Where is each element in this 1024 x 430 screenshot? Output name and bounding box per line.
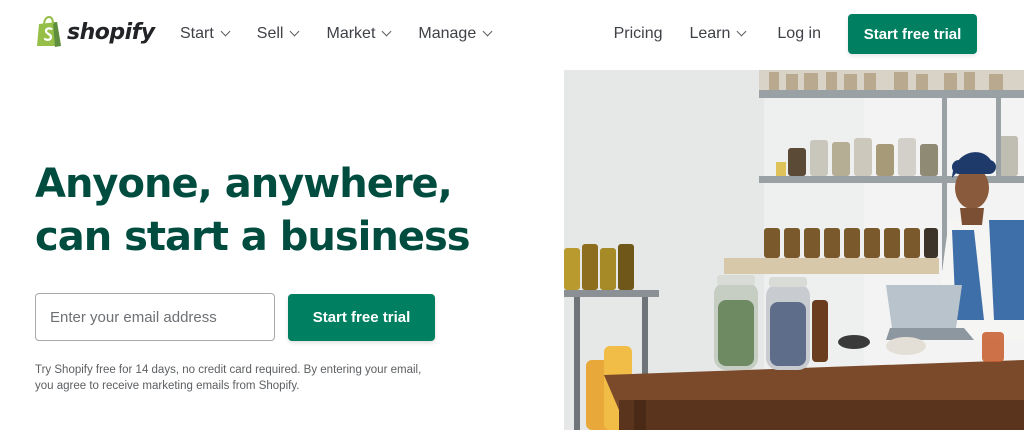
primary-menu: Start Sell Market Manage xyxy=(180,0,519,68)
chevron-down-icon xyxy=(220,26,231,37)
shopify-logo[interactable]: shopify xyxy=(35,16,155,48)
headline-line-1: Anyone, anywhere, xyxy=(35,161,453,207)
logo-wordmark: shopify xyxy=(67,19,155,45)
hero-headline: Anyone, anywhere, can start a business xyxy=(35,158,515,264)
trial-disclaimer: Try Shopify free for 14 days, no credit … xyxy=(35,364,422,392)
secondary-menu: Pricing Learn Log in Start free trial xyxy=(614,0,1024,68)
chevron-down-icon xyxy=(482,26,493,37)
nav-item-label: Manage xyxy=(418,25,477,42)
nav-item-label: Sell xyxy=(256,25,284,42)
hero-photo xyxy=(564,70,1024,430)
login-link[interactable]: Log in xyxy=(777,25,821,43)
shopify-bag-icon xyxy=(37,16,61,47)
nav-item-learn[interactable]: Learn xyxy=(689,25,747,43)
start-free-trial-nav-button[interactable]: Start free trial xyxy=(848,14,977,54)
workshop-scene-illustration xyxy=(564,70,1024,430)
chevron-down-icon xyxy=(736,26,747,37)
email-input[interactable] xyxy=(35,293,275,341)
headline-line-2: can start a business xyxy=(35,214,471,260)
nav-item-label: Start xyxy=(180,25,214,42)
chevron-down-icon xyxy=(381,26,392,37)
nav-item-label: Learn xyxy=(689,25,731,42)
nav-item-manage[interactable]: Manage xyxy=(418,25,493,43)
start-free-trial-button[interactable]: Start free trial xyxy=(288,294,435,341)
nav-item-label: Market xyxy=(326,25,376,42)
nav-item-market[interactable]: Market xyxy=(326,25,392,43)
chevron-down-icon xyxy=(290,26,300,37)
pricing-link[interactable]: Pricing xyxy=(614,25,663,43)
top-navigation: shopify Start Sell Market Manage Pricing… xyxy=(0,0,1024,68)
nav-item-start[interactable]: Start xyxy=(180,25,231,43)
nav-item-sell[interactable]: Sell xyxy=(256,25,300,43)
